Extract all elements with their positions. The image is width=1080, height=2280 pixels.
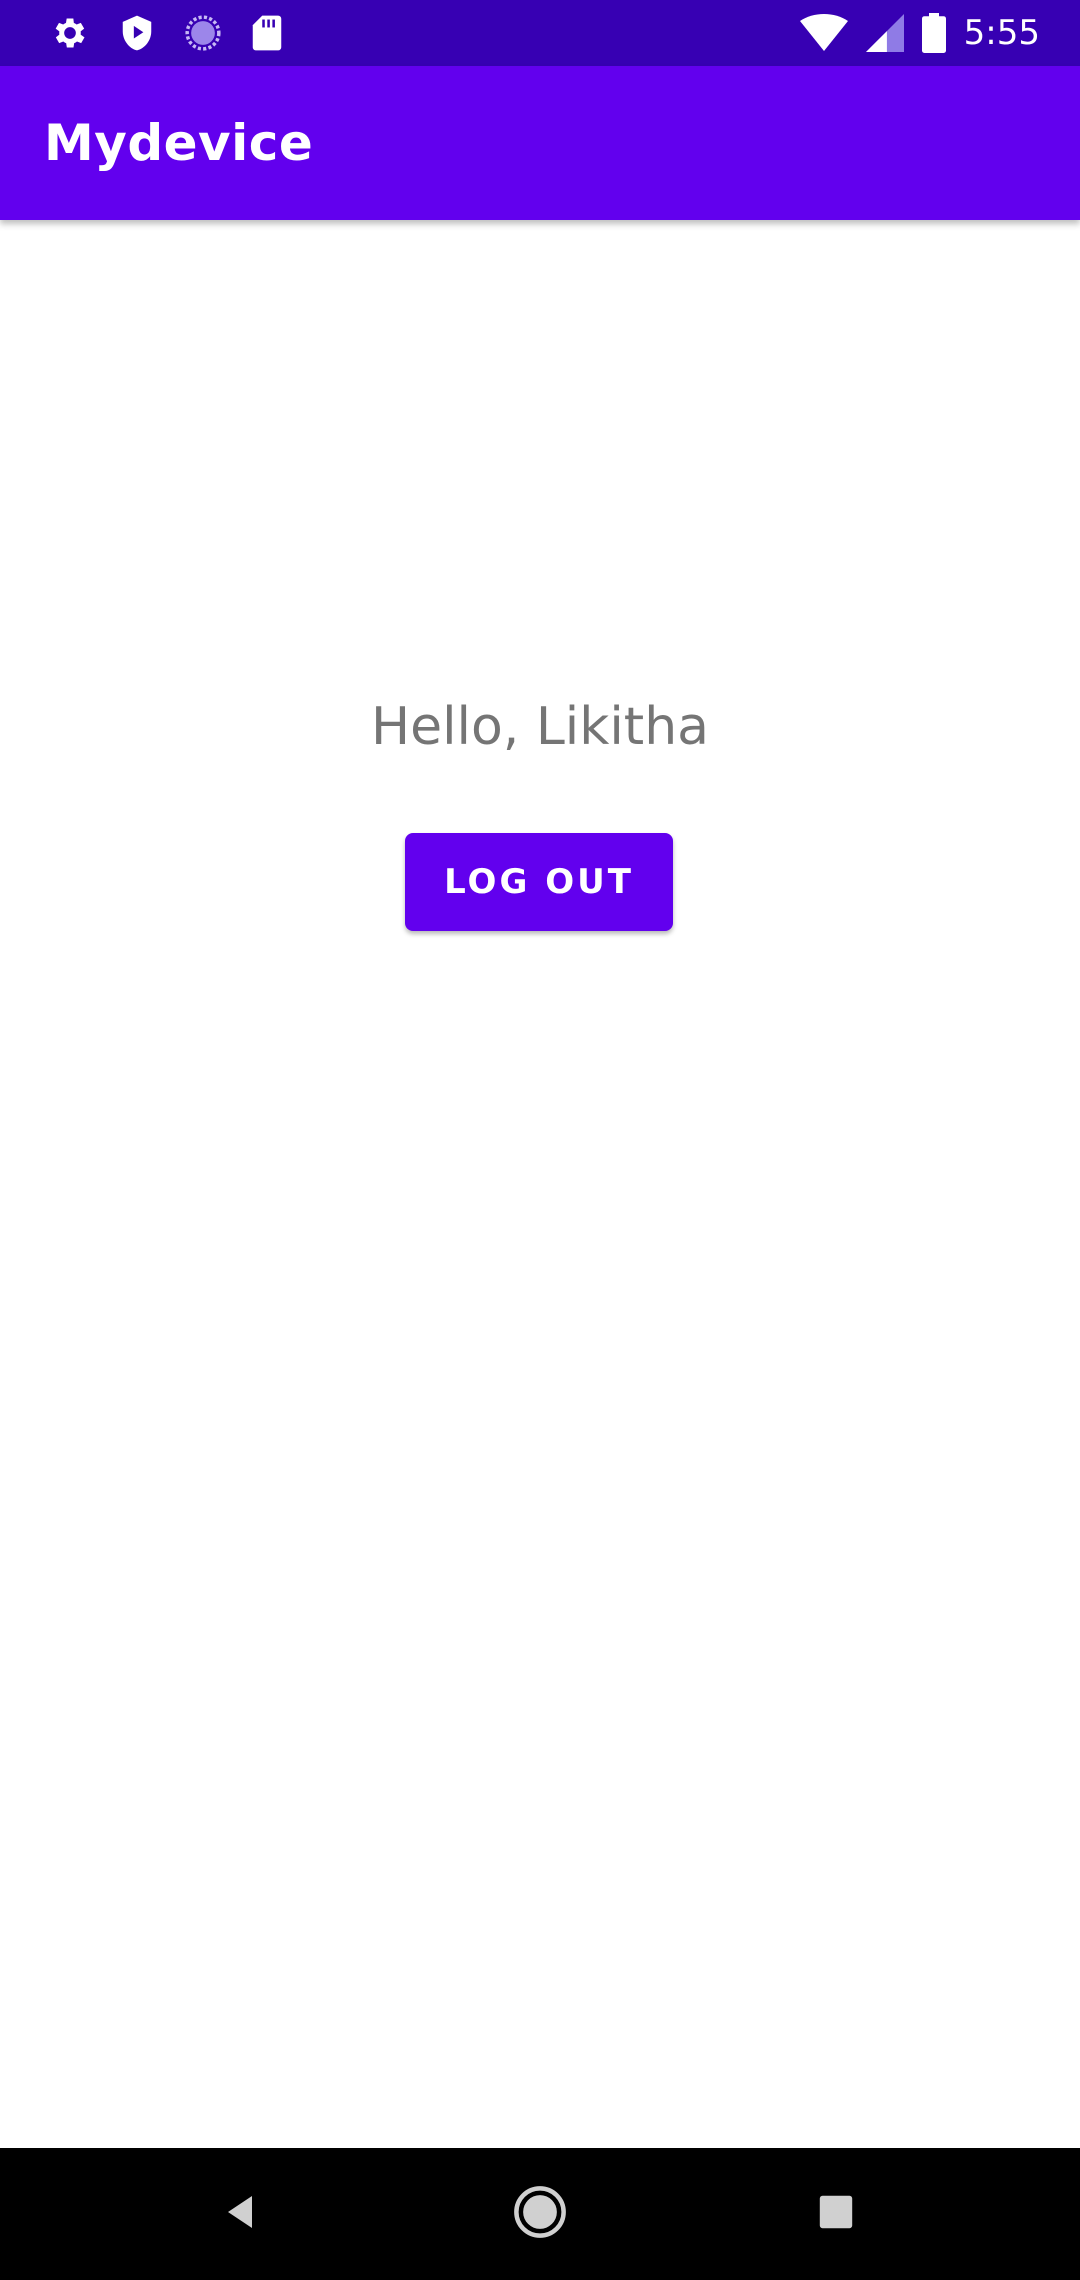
home-button[interactable] [510,2184,570,2244]
app-bar: Mydevice [0,66,1080,220]
sync-circle-icon [184,14,222,52]
battery-icon [921,13,946,53]
logout-button-label: LOG OUT [444,862,634,902]
recents-icon [818,2194,854,2234]
status-time: 5:55 [963,13,1040,53]
logout-button[interactable]: LOG OUT [405,833,673,931]
home-icon [513,2185,567,2243]
sd-card-icon [250,14,284,52]
status-right-icons: 5:55 [799,10,1040,56]
recents-button[interactable] [806,2184,866,2244]
settings-icon [50,13,90,53]
status-bar: 5:55 [0,0,1080,66]
shield-play-icon [118,13,156,53]
wifi-icon [799,14,848,52]
app-title: Mydevice [44,114,314,172]
back-icon [222,2192,262,2236]
back-button[interactable] [212,2184,272,2244]
greeting-text: Hello, Likitha [370,697,710,757]
screen: 5:55 Mydevice Hello, Likitha LOG OUT [0,0,1080,2280]
cellular-signal-icon [865,14,904,52]
status-left-icons [50,14,284,52]
navigation-bar [0,2148,1080,2280]
